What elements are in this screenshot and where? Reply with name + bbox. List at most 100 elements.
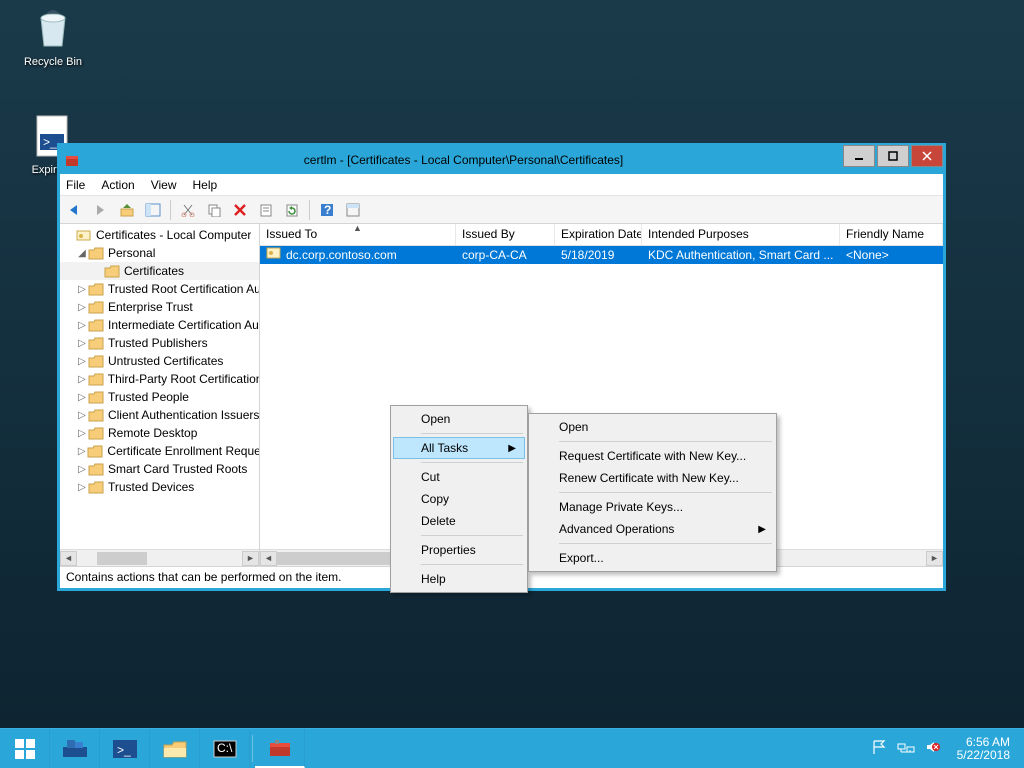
- expand-icon[interactable]: ▷: [76, 338, 88, 349]
- tree-item[interactable]: ▷Client Authentication Issuers: [60, 406, 259, 424]
- tree-personal[interactable]: ◢ Personal: [60, 244, 259, 262]
- recycle-bin[interactable]: Recycle Bin: [18, 4, 88, 68]
- help-button[interactable]: ?: [316, 199, 338, 221]
- col-issued-to[interactable]: Issued To▲: [260, 224, 456, 245]
- ctx-all-tasks[interactable]: All Tasks▶: [393, 437, 525, 459]
- window-title: certlm - [Certificates - Local Computer\…: [86, 153, 841, 167]
- copy-button[interactable]: [203, 199, 225, 221]
- refresh-button[interactable]: [281, 199, 303, 221]
- expand-icon[interactable]: ▷: [76, 446, 87, 457]
- expand-icon[interactable]: ▷: [76, 302, 88, 313]
- cut-button[interactable]: [177, 199, 199, 221]
- expand-icon[interactable]: ▷: [76, 428, 88, 439]
- cell-purposes: KDC Authentication, Smart Card ...: [642, 248, 840, 262]
- tree-item[interactable]: ▷Trusted Publishers: [60, 334, 259, 352]
- tray-clock[interactable]: 6:56 AM 5/22/2018: [951, 736, 1016, 762]
- sub-renew[interactable]: Renew Certificate with New Key...: [531, 467, 774, 489]
- sort-asc-icon: ▲: [353, 224, 362, 233]
- tree-item[interactable]: ▷Trusted People: [60, 388, 259, 406]
- ctx-separator: [559, 441, 772, 442]
- ctx-properties[interactable]: Properties: [393, 539, 525, 561]
- back-button[interactable]: [64, 199, 86, 221]
- col-friendly[interactable]: Friendly Name: [840, 224, 943, 245]
- tray-date: 5/22/2018: [957, 749, 1010, 762]
- taskbar-cmd[interactable]: C:\: [200, 729, 250, 768]
- ctx-open[interactable]: Open: [393, 408, 525, 430]
- folder-icon: [88, 282, 104, 296]
- tree-item[interactable]: ▷Trusted Devices: [60, 478, 259, 496]
- menu-view[interactable]: View: [151, 178, 177, 192]
- tray-volume-icon[interactable]: [925, 739, 941, 758]
- folder-icon: [88, 300, 104, 314]
- expand-icon[interactable]: ▷: [76, 392, 88, 403]
- ctx-copy[interactable]: Copy: [393, 488, 525, 510]
- export-list-button[interactable]: [342, 199, 364, 221]
- cert-row[interactable]: dc.corp.contoso.com corp-CA-CA 5/18/2019…: [260, 246, 943, 264]
- expand-icon[interactable]: ▷: [76, 410, 88, 421]
- tree-certificates[interactable]: Certificates: [60, 262, 259, 280]
- sub-export[interactable]: Export...: [531, 547, 774, 569]
- tree-item[interactable]: ▷Smart Card Trusted Roots: [60, 460, 259, 478]
- tree[interactable]: Certificates - Local Computer ◢ Personal…: [60, 224, 259, 549]
- tray-network-icon[interactable]: [897, 739, 915, 758]
- sub-manage[interactable]: Manage Private Keys...: [531, 496, 774, 518]
- expand-icon[interactable]: ▷: [76, 284, 88, 295]
- taskbar-mmc[interactable]: [255, 729, 305, 768]
- ctx-help[interactable]: Help: [393, 568, 525, 590]
- tree-hscrollbar[interactable]: ◄ ►: [60, 549, 259, 566]
- tree-item[interactable]: ▷Trusted Root Certification Au: [60, 280, 259, 298]
- titlebar[interactable]: certlm - [Certificates - Local Computer\…: [60, 146, 943, 174]
- expand-icon[interactable]: ▷: [76, 320, 88, 331]
- col-expiration[interactable]: Expiration Date: [555, 224, 642, 245]
- expand-icon[interactable]: ▷: [76, 464, 88, 475]
- tree-item[interactable]: ▷Third-Party Root Certification: [60, 370, 259, 388]
- scroll-thumb[interactable]: [97, 552, 147, 565]
- menubar: File Action View Help: [60, 174, 943, 196]
- properties-button[interactable]: [255, 199, 277, 221]
- folder-icon: [88, 372, 104, 386]
- close-button[interactable]: [911, 145, 943, 167]
- submenu-arrow-icon: ▶: [508, 443, 516, 454]
- maximize-button[interactable]: [877, 145, 909, 167]
- menu-file[interactable]: File: [66, 178, 85, 192]
- tree-item[interactable]: ▷Certificate Enrollment Reques: [60, 442, 259, 460]
- scroll-right-button[interactable]: ►: [926, 551, 943, 566]
- scroll-right-button[interactable]: ►: [242, 551, 259, 566]
- scroll-left-button[interactable]: ◄: [60, 551, 77, 566]
- tray-flag-icon[interactable]: [871, 739, 887, 758]
- collapse-icon[interactable]: ◢: [76, 248, 88, 259]
- ctx-delete[interactable]: Delete: [393, 510, 525, 532]
- taskbar-explorer[interactable]: [150, 729, 200, 768]
- expand-icon[interactable]: ▷: [76, 482, 88, 493]
- ctx-separator: [559, 492, 772, 493]
- folder-icon: [88, 480, 104, 494]
- menu-help[interactable]: Help: [193, 178, 218, 192]
- menu-action[interactable]: Action: [101, 178, 134, 192]
- tree-pane: Certificates - Local Computer ◢ Personal…: [60, 224, 260, 566]
- tree-item[interactable]: ▷Untrusted Certificates: [60, 352, 259, 370]
- tree-item[interactable]: ▷Intermediate Certification Au: [60, 316, 259, 334]
- folder-icon: [88, 318, 104, 332]
- expand-icon[interactable]: ▷: [76, 356, 88, 367]
- tree-item[interactable]: ▷Enterprise Trust: [60, 298, 259, 316]
- up-button[interactable]: [116, 199, 138, 221]
- tree-root[interactable]: Certificates - Local Computer: [60, 226, 259, 244]
- taskbar-powershell[interactable]: >_: [100, 729, 150, 768]
- scroll-left-button[interactable]: ◄: [260, 551, 277, 566]
- minimize-button[interactable]: [843, 145, 875, 167]
- tree-item[interactable]: ▷Remote Desktop: [60, 424, 259, 442]
- expand-icon[interactable]: ▷: [76, 374, 88, 385]
- start-button[interactable]: [0, 729, 50, 768]
- show-hide-tree-button[interactable]: [142, 199, 164, 221]
- col-purposes[interactable]: Intended Purposes: [642, 224, 840, 245]
- forward-button[interactable]: [90, 199, 112, 221]
- delete-button[interactable]: [229, 199, 251, 221]
- ctx-cut[interactable]: Cut: [393, 466, 525, 488]
- taskbar-server-manager[interactable]: [50, 729, 100, 768]
- folder-icon: [88, 426, 104, 440]
- col-issued-by[interactable]: Issued By: [456, 224, 555, 245]
- sub-open[interactable]: Open: [531, 416, 774, 438]
- toolbar: ?: [60, 196, 943, 224]
- sub-advanced[interactable]: Advanced Operations▶: [531, 518, 774, 540]
- sub-request[interactable]: Request Certificate with New Key...: [531, 445, 774, 467]
